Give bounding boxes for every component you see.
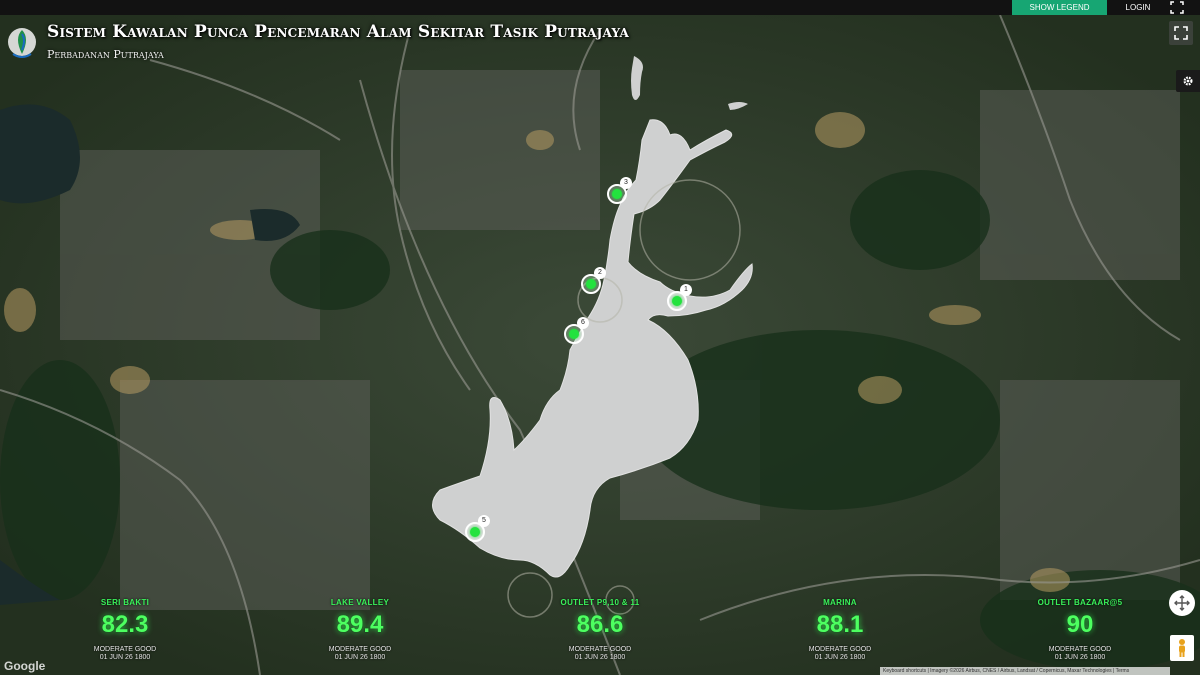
station-name: OUTLET P9,10 & 11	[560, 598, 640, 607]
station-timestamp: 01 JUN 26 1800	[1054, 654, 1106, 661]
expand-icon	[1174, 26, 1188, 40]
station-marker-2[interactable]: 2	[581, 267, 606, 294]
map-attribution[interactable]: Keyboard shortcuts | Imagery ©2026 Airbu…	[880, 667, 1170, 675]
station-marker-3[interactable]: 3	[607, 177, 632, 204]
map-fullscreen-button[interactable]	[1169, 21, 1193, 45]
marker-number: 5	[478, 515, 490, 527]
station-value: 82.3	[101, 611, 149, 638]
street-view-pegman[interactable]	[1170, 635, 1194, 661]
station-marker-1[interactable]: 1	[667, 284, 692, 311]
station-marker-5[interactable]: 5	[465, 515, 490, 542]
station-status: MODERATE GOOD	[808, 646, 872, 653]
station-status: MODERATE GOOD	[568, 646, 632, 653]
fullscreen-icon[interactable]	[1170, 1, 1184, 14]
station-name: LAKE VALLEY	[330, 598, 390, 607]
station-value: 86.6	[576, 611, 624, 638]
station-status: MODERATE GOOD	[93, 646, 157, 653]
station-value: 90	[1066, 611, 1094, 638]
page-title: Sistem Kawalan Punca Pencemaran Alam Sek…	[47, 22, 629, 42]
perbadanan-putrajaya-logo	[8, 28, 36, 58]
station-timestamp: 01 JUN 26 1800	[814, 654, 866, 661]
satellite-map[interactable]	[0, 0, 1200, 675]
settings-button[interactable]	[1176, 70, 1200, 92]
pegman-icon	[1179, 639, 1185, 657]
marker-number: 2	[594, 267, 606, 279]
station-name: SERI BAKTI	[100, 598, 150, 607]
page-subtitle: Perbadanan Putrajaya	[47, 48, 164, 61]
login-button[interactable]: LOGIN	[1113, 0, 1163, 15]
station-timestamp: 01 JUN 26 1800	[574, 654, 626, 661]
station-status: MODERATE GOOD	[1048, 646, 1112, 653]
station-reading-lake-valley[interactable]: LAKE VALLEY 89.4 MODERATE GOOD 01 JUN 26…	[275, 598, 445, 661]
google-logo: Google	[4, 659, 46, 673]
map-dashboard: SHOW LEGEND LOGIN Sistem Kawalan Punca P…	[0, 0, 1200, 675]
station-value: 88.1	[816, 611, 864, 638]
station-marker-6[interactable]: 6	[564, 317, 589, 344]
station-value: 89.4	[336, 611, 384, 638]
station-timestamp: 01 JUN 26 1800	[334, 654, 386, 661]
station-name: MARINA	[823, 598, 857, 607]
pan-control[interactable]	[1169, 590, 1195, 616]
station-reading-outlet-p9-10-11[interactable]: OUTLET P9,10 & 11 86.6 MODERATE GOOD 01 …	[515, 598, 685, 661]
station-name: OUTLET BAZAAR@5	[1037, 598, 1123, 607]
show-legend-button[interactable]: SHOW LEGEND	[1012, 0, 1107, 15]
marker-number: 6	[577, 317, 589, 329]
marker-number: 3	[620, 177, 632, 189]
move-icon	[1174, 595, 1190, 611]
gear-icon	[1183, 76, 1193, 86]
station-reading-marina[interactable]: MARINA 88.1 MODERATE GOOD 01 JUN 26 1800	[755, 598, 925, 661]
station-reading-seri-bakti[interactable]: SERI BAKTI 82.3 MODERATE GOOD 01 JUN 26 …	[40, 598, 210, 661]
station-timestamp: 01 JUN 26 1800	[99, 654, 151, 661]
station-reading-outlet-bazaar[interactable]: OUTLET BAZAAR@5 90 MODERATE GOOD 01 JUN …	[995, 598, 1165, 661]
marker-number: 1	[680, 284, 692, 296]
station-status: MODERATE GOOD	[328, 646, 392, 653]
